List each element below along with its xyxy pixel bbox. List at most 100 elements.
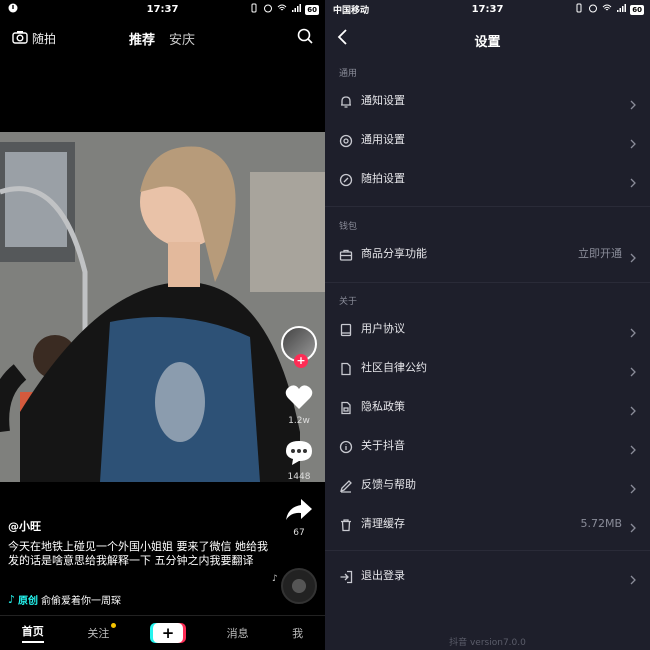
camera-icon <box>12 30 28 47</box>
signal-icon <box>291 3 302 16</box>
status-time: 17:37 <box>471 3 504 15</box>
carrier-name: 中国移动 <box>333 6 370 16</box>
settings-item-value: 5.72MB <box>580 516 622 530</box>
section-title-general: 通用 <box>339 69 358 79</box>
battery-indicator: 60 <box>630 4 644 15</box>
top-navigation: 随拍 推荐 安庆 <box>0 22 325 52</box>
chevron-right-icon <box>630 173 636 192</box>
comment-button[interactable]: 1448 <box>285 440 313 482</box>
author-avatar[interactable]: + <box>281 326 317 368</box>
signal-icon <box>616 3 627 16</box>
author-username[interactable]: @小旺 <box>8 518 270 534</box>
unread-dot <box>111 623 117 628</box>
camera-button[interactable]: 随拍 <box>12 30 56 47</box>
chevron-right-icon <box>630 518 636 537</box>
bell-icon <box>339 94 353 113</box>
chevron-right-icon <box>630 248 636 267</box>
like-button[interactable]: 1.2w <box>285 384 313 426</box>
app-version: 抖音 version7.0.0 <box>449 638 526 648</box>
section-divider <box>325 550 650 551</box>
section-title-about: 关于 <box>339 297 358 307</box>
status-bar: 17:37 60 <box>0 0 325 18</box>
video-description: 今天在地铁上碰见一个外国小姐姐 要来了微信 她给我发的话是啥意思给我解释一下 五… <box>8 540 268 567</box>
chevron-right-icon <box>630 479 636 498</box>
nav-follow-label: 关注 <box>87 627 110 640</box>
settings-item-label: 通知设置 <box>361 94 405 107</box>
pencil-icon <box>339 478 353 497</box>
comment-count: 1448 <box>287 472 311 482</box>
notification-icon <box>8 3 18 16</box>
section-divider <box>325 282 650 283</box>
battery-indicator: 60 <box>305 4 319 15</box>
chevron-right-icon <box>630 95 636 114</box>
wifi-icon <box>277 3 287 16</box>
music-note-icon: ♪ <box>8 593 16 606</box>
settings-item-quickshot[interactable]: 随拍设置 <box>325 159 650 197</box>
nav-messages[interactable]: 消息 <box>227 625 249 641</box>
settings-item-community-rules[interactable]: 社区自律公约 <box>325 348 650 386</box>
settings-item-feedback[interactable]: 反馈与帮助 <box>325 465 650 503</box>
share-button[interactable]: 67 <box>285 498 313 538</box>
wifi-icon <box>602 3 612 16</box>
floating-note-icon: ♪ <box>272 574 278 584</box>
logout-button[interactable]: 退出登录 <box>325 556 650 594</box>
music-track: 俞偷爱着你一周琛 <box>41 596 122 607</box>
settings-item-label: 关于抖音 <box>361 439 405 452</box>
nav-follow[interactable]: 关注 <box>87 623 117 641</box>
music-info[interactable]: ♪ 原创 俞偷爱着你一周琛 <box>8 592 121 607</box>
section-divider <box>325 206 650 207</box>
video-caption: @小旺 今天在地铁上碰见一个外国小姐姐 要来了微信 她给我发的话是啥意思给我解释… <box>8 518 270 568</box>
alarm-icon <box>588 3 598 16</box>
tab-recommend[interactable]: 推荐 <box>129 29 155 48</box>
search-icon[interactable] <box>297 28 313 48</box>
heart-icon <box>285 384 313 414</box>
briefcase-icon <box>339 247 353 266</box>
trash-icon <box>339 517 353 536</box>
chevron-right-icon <box>630 401 636 420</box>
section-title-wallet: 钱包 <box>339 222 358 232</box>
video-feed-screen: 17:37 60 随拍 推荐 安庆 + 1.2w 1448 67 @小旺 今天在… <box>0 0 325 650</box>
settings-item-value: 立即开通 <box>578 247 622 260</box>
logout-icon <box>339 569 353 588</box>
settings-item-label: 随拍设置 <box>361 172 405 185</box>
settings-item-notifications[interactable]: 通知设置 <box>325 81 650 119</box>
settings-item-about-douyin[interactable]: 关于抖音 <box>325 426 650 464</box>
settings-item-user-agreement[interactable]: 用户协议 <box>325 309 650 347</box>
comment-icon <box>285 440 313 470</box>
like-count: 1.2w <box>288 416 310 426</box>
create-video-button[interactable]: + <box>152 623 183 643</box>
settings-item-label: 通用设置 <box>361 133 405 146</box>
settings-header: 设置 <box>325 22 650 54</box>
chevron-right-icon <box>630 440 636 459</box>
logout-label: 退出登录 <box>361 569 405 582</box>
chevron-right-icon <box>630 362 636 381</box>
settings-item-clear-cache[interactable]: 清理缓存 5.72MB <box>325 504 650 542</box>
bottom-navigation: 首页 关注 + 消息 我 <box>0 615 325 650</box>
camera-label: 随拍 <box>32 32 57 46</box>
settings-item-label: 隐私政策 <box>361 400 405 413</box>
vibrate-icon <box>249 3 259 16</box>
gear-icon <box>339 133 353 152</box>
status-bar: 中国移动 17:37 60 <box>325 0 650 18</box>
settings-item-label: 社区自律公约 <box>361 361 427 374</box>
side-actions: + 1.2w 1448 67 <box>277 326 321 538</box>
settings-item-label: 商品分享功能 <box>361 247 427 260</box>
settings-item-label: 反馈与帮助 <box>361 478 416 491</box>
clock-icon <box>339 172 353 191</box>
lock-icon <box>339 400 353 419</box>
original-label: 原创 <box>18 596 39 607</box>
settings-item-label: 用户协议 <box>361 322 405 335</box>
nav-home[interactable]: 首页 <box>21 623 44 643</box>
document-icon <box>339 361 353 380</box>
alarm-icon <box>263 3 273 16</box>
settings-item-privacy-policy[interactable]: 隐私政策 <box>325 387 650 425</box>
info-icon <box>339 439 353 458</box>
music-disc-icon[interactable] <box>281 568 317 604</box>
settings-item-general[interactable]: 通用设置 <box>325 120 650 158</box>
tab-city[interactable]: 安庆 <box>169 29 195 48</box>
chevron-right-icon <box>630 134 636 153</box>
settings-item-product-share[interactable]: 商品分享功能 立即开通 <box>325 234 650 272</box>
nav-me[interactable]: 我 <box>292 625 303 641</box>
follow-plus-icon[interactable]: + <box>294 354 308 368</box>
settings-screen: 中国移动 17:37 60 设置 通用 通知设置 通用设置 随拍设置 钱包 商品… <box>325 0 650 650</box>
